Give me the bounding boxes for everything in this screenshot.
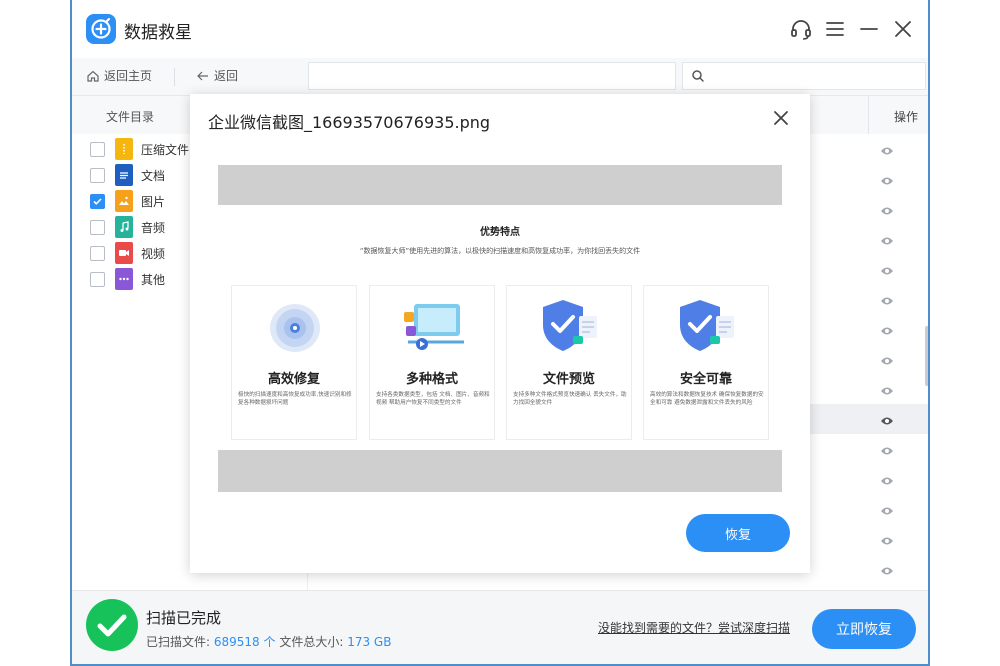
preview-subheading: “数据恢复大师”使用先进的算法，以极快的扫描速度和高恢复成功率，为你找回丢失的文… (359, 247, 641, 255)
feature-card-desc: 支持多种文件格式预览快速确认 丢失文件，助力找回全貌文件 (513, 392, 627, 406)
zip-icon (115, 138, 133, 160)
title-bar: 数据救星 (72, 0, 928, 58)
preview-eye-icon[interactable] (880, 233, 894, 247)
preview-eye-icon[interactable] (880, 263, 894, 277)
category-checkbox[interactable] (90, 193, 105, 209)
column-divider (868, 96, 869, 134)
scanned-label: 已扫描文件: (146, 635, 211, 649)
home-button-label: 返回主页 (104, 69, 153, 83)
preview-bottom-band (218, 450, 782, 492)
category-label: 压缩文件 (141, 142, 190, 157)
size-label: 文件总大小: (279, 635, 344, 649)
search-icon (692, 70, 704, 82)
feature-card-desc: 支持各类数据类型，包括 文档、图片、音频和视频 帮助用户恢复不同类型的文件 (376, 392, 490, 406)
preview-heading: 优势特点 (480, 227, 520, 238)
shield-secure-icon (672, 296, 742, 356)
search-input[interactable] (682, 62, 926, 90)
toolbar: 返回主页 返回 (72, 58, 928, 96)
close-window-icon[interactable] (890, 16, 916, 42)
category-label: 其他 (141, 272, 166, 287)
status-bar: 扫描已完成 已扫描文件: 689518 个 文件总大小: 173 GB 没能找到… (72, 590, 928, 664)
image-icon (115, 190, 133, 212)
toolbar-divider (174, 68, 175, 86)
category-checkbox[interactable] (90, 245, 105, 261)
category-checkbox[interactable] (90, 219, 105, 235)
feature-card: 安全可靠 高效的算法和数据恢复技术 确保恢复数据的安全和可靠 避免数据泄露和文件… (643, 285, 769, 440)
headset-support-icon[interactable] (788, 16, 814, 42)
menu-icon[interactable] (822, 16, 848, 42)
feature-card: 多种格式 支持各类数据类型，包括 文档、图片、音频和视频 帮助用户恢复不同类型的… (369, 285, 495, 440)
feature-card: 高效修复 极快的扫描速度和高恢复成功率,快速识别和修复各种数据损坏问题 (231, 285, 357, 440)
home-icon (87, 70, 99, 82)
preview-eye-icon[interactable] (880, 173, 894, 187)
scrollbar-thumb[interactable] (925, 326, 928, 386)
minimize-icon[interactable] (856, 16, 882, 42)
sidebar-item-category[interactable]: 视频 (90, 242, 165, 264)
size-value: 173 GB (347, 635, 392, 649)
arrow-left-icon (197, 71, 208, 80)
check-circle-icon (86, 599, 138, 651)
app-title: 数据救星 (124, 23, 192, 43)
category-checkbox[interactable] (90, 141, 105, 157)
feature-card: 文件预览 支持多种文件格式预览快速确认 丢失文件，助力找回全貌文件 (506, 285, 632, 440)
preview-eye-icon[interactable] (880, 533, 894, 547)
image-preview: 优势特点 “数据恢复大师”使用先进的算法，以极快的扫描速度和高恢复成功率，为你找… (218, 165, 782, 492)
preview-eye-icon[interactable] (880, 203, 894, 217)
preview-eye-icon[interactable] (880, 143, 894, 157)
sidebar-item-category[interactable]: 压缩文件 (90, 138, 189, 160)
preview-dialog-title: 企业微信截图_16693570676935.png (208, 113, 491, 132)
home-button[interactable]: 返回主页 (86, 67, 152, 84)
deep-scan-link[interactable]: 没能找到需要的文件？尝试深度扫描 (598, 619, 790, 636)
app-logo-icon (86, 14, 116, 44)
sidebar-item-category[interactable]: 图片 (90, 190, 165, 212)
preview-eye-icon[interactable] (880, 353, 894, 367)
operation-column-header: 操作 (893, 110, 918, 124)
category-checkbox[interactable] (90, 167, 105, 183)
category-label: 图片 (141, 194, 166, 209)
sidebar-item-category[interactable]: 文档 (90, 164, 165, 186)
recover-button[interactable]: 恢复 (686, 514, 790, 552)
scanned-count: 689518 个 (213, 635, 276, 649)
disc-repair-icon (260, 296, 330, 356)
category-label: 音频 (141, 220, 166, 235)
video-icon (115, 242, 133, 264)
preview-dialog: 企业微信截图_16693570676935.png 优势特点 “数据恢复大师”使… (190, 94, 810, 573)
feature-card-desc: 高效的算法和数据恢复技术 确保恢复数据的安全和可靠 避免数据泄露和文件丢失的风险 (650, 392, 764, 406)
preview-eye-icon[interactable] (880, 383, 894, 397)
back-button-label: 返回 (214, 69, 239, 83)
category-label: 文档 (141, 168, 166, 183)
feature-card-title: 文件预览 (542, 372, 595, 387)
feature-card-title: 高效修复 (267, 372, 320, 387)
scan-summary: 已扫描文件: 689518 个 文件总大小: 173 GB (146, 633, 391, 650)
recover-now-button[interactable]: 立即恢复 (812, 609, 916, 649)
close-icon[interactable] (770, 107, 792, 129)
sidebar-item-category[interactable]: 其他 (90, 268, 165, 290)
category-checkbox[interactable] (90, 271, 105, 287)
music-icon (115, 216, 133, 238)
preview-eye-icon[interactable] (880, 413, 894, 427)
feature-card-desc: 极快的扫描速度和高恢复成功率,快速识别和修复各种数据损坏问题 (238, 392, 352, 406)
shield-preview-icon (535, 296, 605, 356)
preview-eye-icon[interactable] (880, 563, 894, 577)
category-label: 视频 (141, 246, 166, 261)
preview-eye-icon[interactable] (880, 473, 894, 487)
preview-eye-icon[interactable] (880, 323, 894, 337)
preview-top-band (218, 165, 782, 205)
more-icon (115, 268, 133, 290)
preview-eye-icon[interactable] (880, 443, 894, 457)
sidebar-header-label: 文件目录 (106, 110, 155, 124)
path-input[interactable] (308, 62, 676, 90)
document-icon (115, 164, 133, 186)
feature-card-title: 多种格式 (405, 372, 458, 387)
preview-eye-icon[interactable] (880, 293, 894, 307)
feature-card-title: 安全可靠 (679, 372, 732, 387)
preview-eye-icon[interactable] (880, 503, 894, 517)
back-button[interactable]: 返回 (196, 67, 238, 84)
multi-format-icon (398, 296, 468, 356)
sidebar-item-category[interactable]: 音频 (90, 216, 165, 238)
scan-status-title: 扫描已完成 (146, 609, 222, 627)
